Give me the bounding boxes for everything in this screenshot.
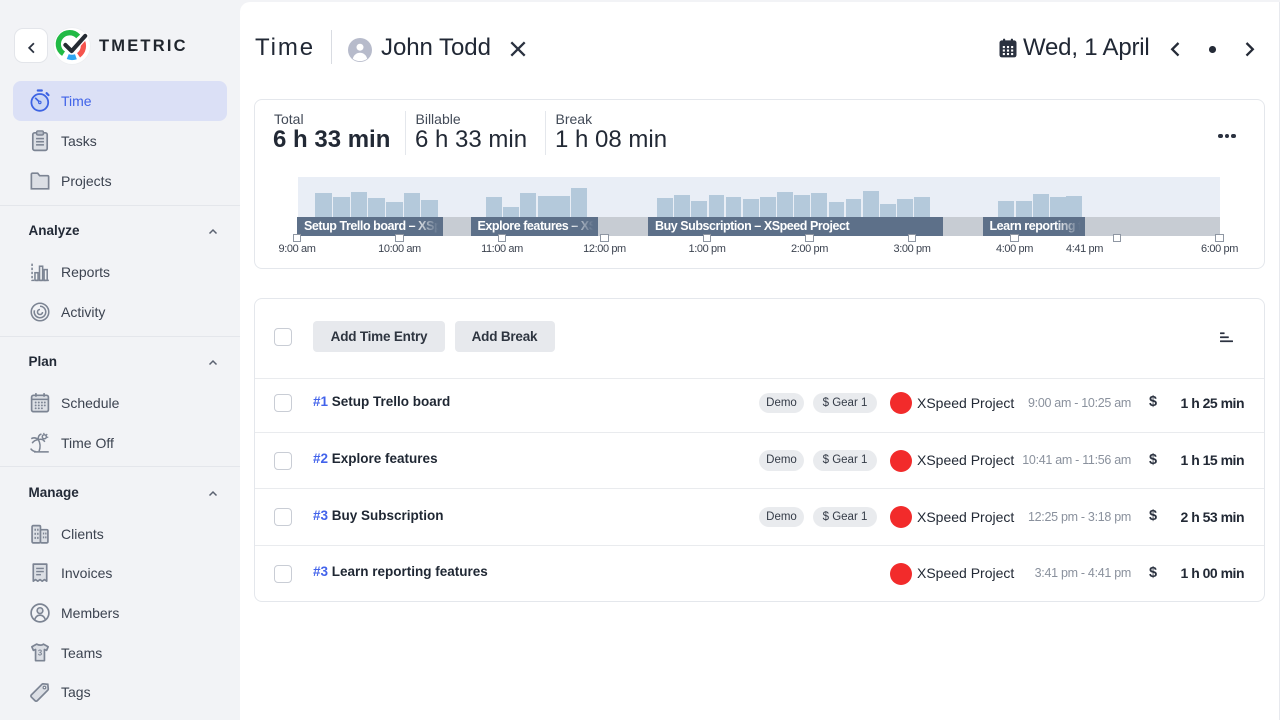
svg-text:3: 3	[38, 649, 43, 658]
